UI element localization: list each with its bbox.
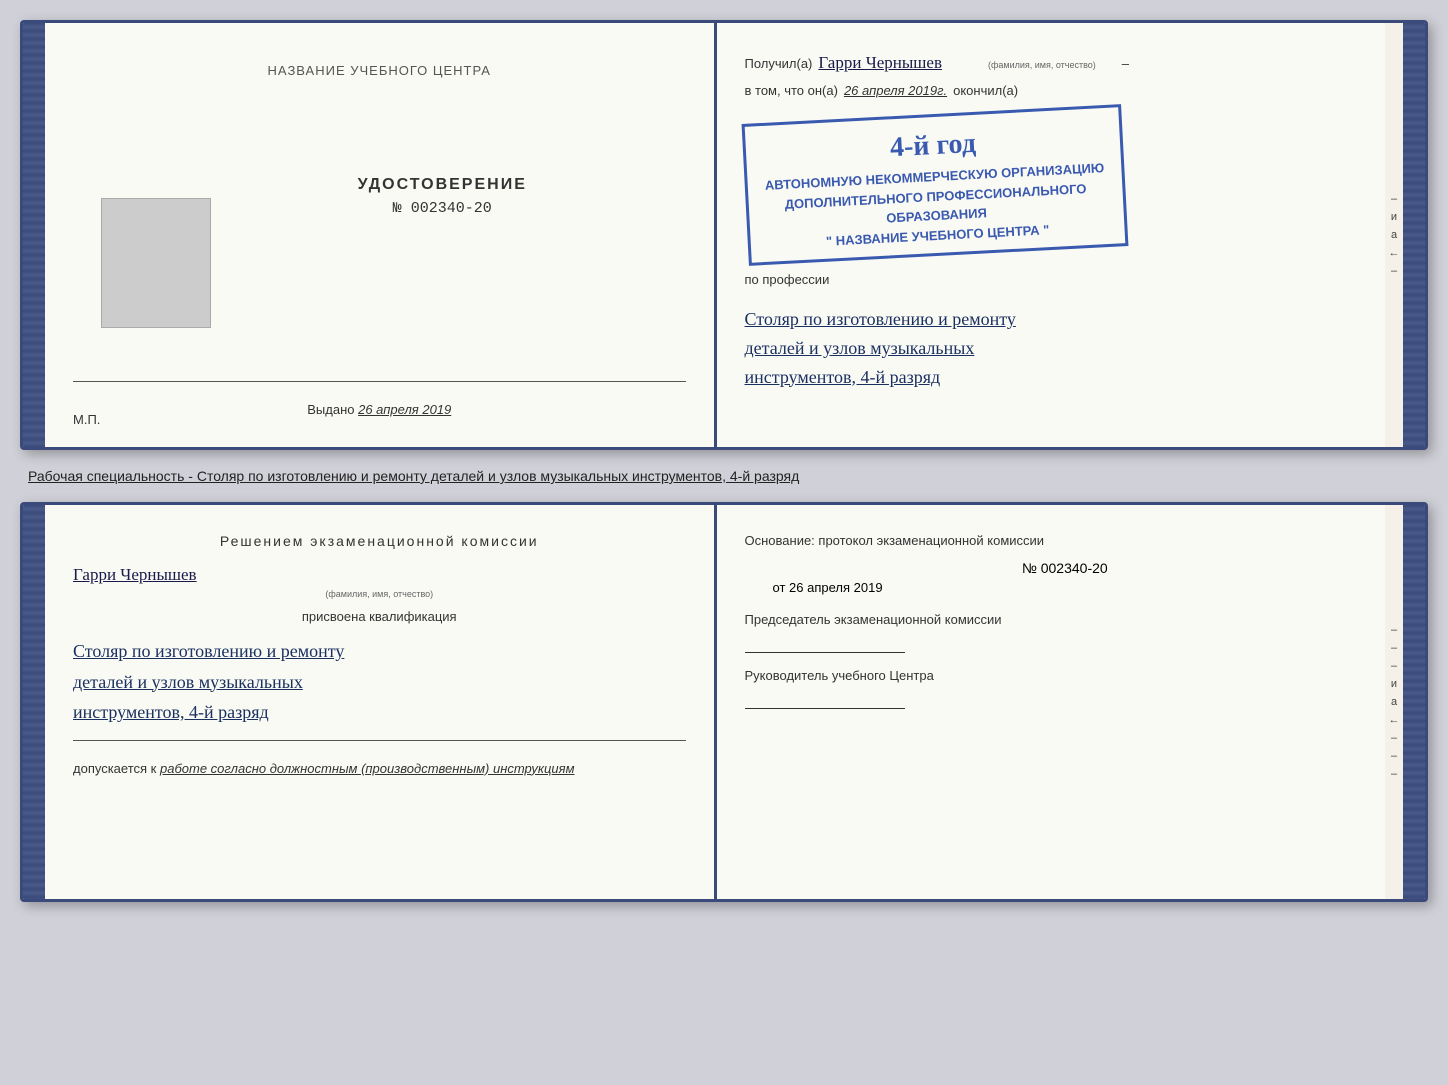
profession-lines: Столяр по изготовлению и ремонту деталей…	[745, 305, 1358, 391]
cert-number: № 002340-20	[393, 200, 492, 217]
stamp-box: 4-й год АВТОНОМНУЮ НЕКОММЕРЧЕСКУЮ ОРГАНИ…	[741, 104, 1128, 266]
допускается-line: допускается к работе согласно должностны…	[73, 761, 686, 776]
decision-title: Решением экзаменационной комиссии	[73, 533, 686, 549]
upper-left-page: НАЗВАНИЕ УЧЕБНОГО ЦЕНТРА УДОСТОВЕРЕНИЕ №…	[45, 23, 714, 447]
upper-certificate-book: НАЗВАНИЕ УЧЕБНОГО ЦЕНТРА УДОСТОВЕРЕНИЕ №…	[20, 20, 1428, 450]
left-separator-line	[73, 381, 686, 382]
basis-title: Основание: протокол экзаменационной коми…	[745, 533, 1358, 548]
lower-person-line: Гарри Чернышев	[73, 565, 686, 585]
lower-right-page: Основание: протокол экзаменационной коми…	[717, 505, 1386, 899]
lower-number-line: № 002340-20	[773, 560, 1358, 576]
lower-right-edge: – – – и а ← – – –	[1385, 505, 1403, 899]
lower-left-page: Решением экзаменационной комиссии Гарри …	[45, 505, 714, 899]
upper-spine	[23, 23, 45, 447]
upper-right-page: Получил(а) Гарри Чернышев (фамилия, имя,…	[717, 23, 1386, 447]
lower-date-line: от 26 апреля 2019	[773, 580, 1358, 595]
issued-line: Выдано 26 апреля 2019	[73, 402, 686, 417]
lower-certificate-book: Решением экзаменационной комиссии Гарри …	[20, 502, 1428, 902]
lower-left-separator	[73, 740, 686, 741]
director-label: Руководитель учебного Центра	[745, 667, 1358, 685]
assigned-label: присвоена квалификация	[73, 609, 686, 624]
received-line: Получил(а) Гарри Чернышев (фамилия, имя,…	[745, 53, 1358, 73]
cert-photo	[101, 198, 211, 328]
chairman-label: Председатель экзаменационной комиссии	[745, 611, 1358, 629]
mp-label: М.П.	[73, 412, 100, 427]
upper-right-spine	[1403, 23, 1425, 447]
received-name: Гарри Чернышев	[818, 53, 942, 73]
qual-lines: Столяр по изготовлению и ремонту деталей…	[73, 636, 686, 728]
upper-right-edge: – и а ← –	[1385, 23, 1403, 447]
lower-left-spine	[23, 505, 45, 899]
profession-label-line: по профессии	[745, 272, 1358, 287]
upper-center-title: НАЗВАНИЕ УЧЕБНОГО ЦЕНТРА	[268, 63, 491, 78]
page-wrapper: НАЗВАНИЕ УЧЕБНОГО ЦЕНТРА УДОСТОВЕРЕНИЕ №…	[20, 20, 1428, 902]
in-that-line: в том, что он(а) 26 апреля 2019г. окончи…	[745, 83, 1358, 98]
lower-person-name: Гарри Чернышев	[73, 565, 197, 584]
director-sig-line	[745, 689, 905, 709]
lower-right-spine	[1403, 505, 1425, 899]
chairman-sig-line	[745, 633, 905, 653]
cert-type-label: УДОСТОВЕРЕНИЕ	[358, 176, 527, 194]
caption-text: Рабочая специальность - Столяр по изгото…	[20, 468, 1428, 484]
